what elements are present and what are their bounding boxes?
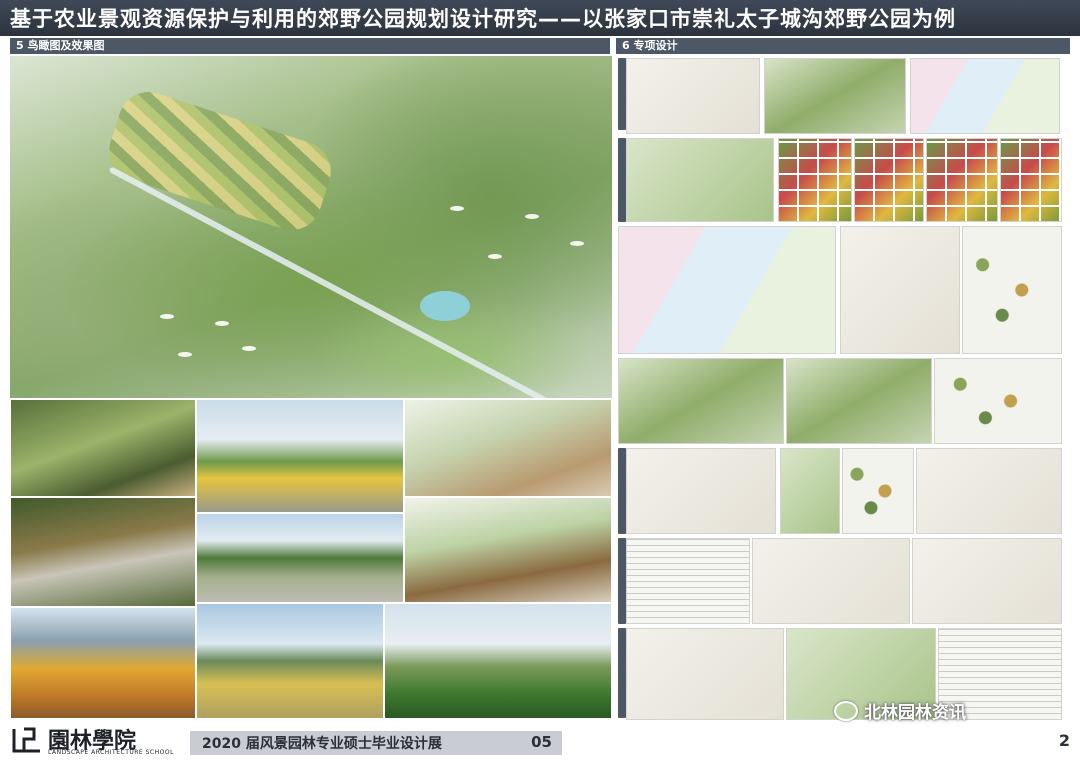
bird-shape — [215, 321, 229, 326]
rendering-cycling-path — [196, 399, 404, 513]
page-number: 2 — [1058, 731, 1070, 750]
diagram-facility-map — [912, 538, 1062, 624]
diagram-pavement-types — [842, 448, 914, 534]
diagram-management-map — [626, 628, 784, 720]
diagram-vegetation-section — [626, 138, 774, 222]
watermark: 北林园林资讯 — [834, 698, 966, 723]
rendering-forest-deck — [404, 497, 612, 603]
rendering-stream — [10, 497, 196, 607]
rendering-vegetable-field — [384, 603, 612, 719]
watermark-text: 北林园林资讯 — [864, 703, 966, 723]
school-logo: 園林學院 LANDSCAPE ARCHITECTURE SCHOOL — [10, 725, 190, 761]
section-heading-special-design: 6 专项设计 — [616, 38, 1070, 54]
bird-shape — [525, 214, 539, 219]
aerial-view-image — [10, 56, 612, 398]
rendering-harvest-field — [10, 607, 196, 719]
diagram-site-map — [626, 58, 760, 134]
diagram-planting-palette — [778, 138, 852, 222]
page-title: 基于农业景观资源保护与利用的郊野公园规划设计研究——以张家口市崇礼太子城沟郊野公… — [10, 7, 956, 31]
title-bar: 基于农业景观资源保护与利用的郊野公园规划设计研究——以张家口市崇礼太子城沟郊野公… — [0, 0, 1080, 36]
rendering-flower-meadow — [196, 603, 384, 719]
diagram-function-zones — [618, 226, 836, 354]
diagram-facility-table — [626, 538, 750, 624]
diagram-road-sections — [780, 448, 840, 534]
row-label-marker — [618, 58, 626, 130]
diagram-planting-palette — [854, 138, 924, 222]
diagram-planting-palette — [1000, 138, 1062, 222]
row-label-marker — [618, 448, 626, 534]
diagram-road-system — [626, 448, 776, 534]
diagram-crop-rotation — [840, 226, 960, 354]
diagram-trail-map — [916, 448, 1062, 534]
diagram-aerial-small — [764, 58, 906, 134]
diagram-zoning-map — [910, 58, 1060, 134]
exhibition-bar: 2020 届风景园林专业硕士毕业设计展 05 — [190, 731, 562, 755]
board-code: 05 — [531, 733, 552, 751]
rendering-plaza — [196, 513, 404, 603]
footer: 園林學院 LANDSCAPE ARCHITECTURE SCHOOL 2020 … — [0, 723, 1080, 764]
diagram-activity-node — [618, 358, 784, 444]
exhibition-title: 2020 届风景园林专业硕士毕业设计展 — [202, 736, 442, 752]
bird-shape — [160, 314, 174, 319]
diagram-planting-palette — [926, 138, 998, 222]
bird-shape — [570, 241, 584, 246]
row-label-marker — [618, 628, 626, 718]
diagram-crop-species — [962, 226, 1062, 354]
river-road — [108, 166, 571, 398]
bird-shape — [242, 346, 256, 351]
bird-shape — [450, 206, 464, 211]
farmland-terraces — [101, 84, 339, 238]
wechat-icon — [834, 700, 858, 721]
row-label-marker — [618, 138, 626, 222]
diagram-activity-icons — [934, 358, 1062, 444]
section-heading-renderings: 5 鸟瞰图及效果图 — [10, 38, 610, 54]
diagram-facility-map — [752, 538, 910, 624]
diagram-activity-node — [786, 358, 932, 444]
pond — [420, 291, 470, 321]
logo-mark-icon — [12, 727, 40, 753]
bird-shape — [178, 352, 192, 357]
row-label-marker — [618, 538, 626, 624]
bird-shape — [488, 254, 502, 259]
rendering-boardwalk — [10, 399, 196, 497]
school-name-en: LANDSCAPE ARCHITECTURE SCHOOL — [48, 749, 174, 756]
rendering-picnic-area — [404, 399, 612, 497]
